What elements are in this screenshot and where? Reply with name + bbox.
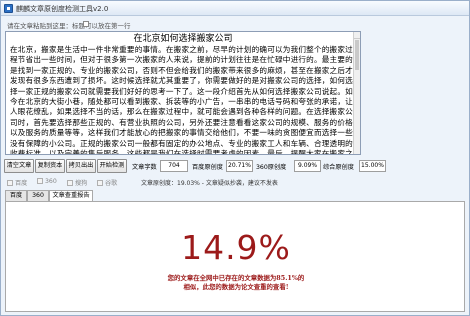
article-title[interactable]: 在北京如何选择搬家公司 [6,34,360,45]
originality-summary: 文章原创度：19.03% - 文章疑似抄袭，建议不发表 [141,180,278,187]
start-check-button[interactable]: 开始检测 [97,159,127,173]
overall-originality-label: 综合原创度 [323,164,354,171]
app-icon [4,4,13,13]
checkbox-box[interactable] [83,21,89,27]
action-toolbar: 清空文章 复制资本 拷贝出出 开始检测 文章字数 704 百度原创度 20.71… [4,159,468,173]
checkbox-box[interactable] [7,180,13,186]
so360-originality-label: 360原创度 [256,164,287,171]
scroll-up-arrow-icon[interactable] [354,32,360,39]
export-button[interactable]: 拷贝出出 [66,159,96,173]
so360-originality-value: 9.09% [294,160,321,172]
tab-360[interactable]: 360 [27,190,49,201]
title-first-line-checkbox[interactable] [83,20,91,28]
report-panel: 14.9% 您的文章在全网中已存在的文章数据为85.1%的 相似，此您的数据为论… [5,201,465,312]
tab-baidu[interactable]: 百度 [5,190,27,201]
checkbox-box[interactable] [37,178,43,184]
overall-originality-value: 15.00% [359,160,386,172]
word-count-label: 文章字数 [132,164,157,171]
options-row: 百度 360 搜狗 谷歌 文章原创度：19.03% - 文章疑似抄袭，建议不发表 [7,178,467,188]
title-bar: 麒麟文章原创度检测工具v2.0 [1,1,469,16]
sogou-checkbox[interactable]: 搜狗 [67,178,87,187]
checkbox-box[interactable] [97,180,103,186]
baidu-originality-value: 20.71% [226,160,253,172]
similarity-percent: 14.9% [181,228,291,267]
paste-hint-label: 请在文章粘贴到这里：标题可以放在第一行 [7,22,131,30]
app-window: 麒麟文章原创度检测工具v2.0 请在文章粘贴到这里：标题可以放在第一行 在北京如… [0,0,470,316]
report-note-line-1: 您的文章在全网中已存在的文章数据为85.1%的 [167,274,305,282]
scroll-thumb[interactable] [355,40,359,70]
editor-scrollbar[interactable] [353,32,360,154]
report-note-line-2: 相似，此您的数据为论文查重的查看! [183,283,289,291]
baidu-originality-label: 百度原创度 [192,164,223,171]
so360-checkbox[interactable]: 360 [37,178,57,185]
copy-button[interactable]: 复制资本 [35,159,65,173]
checkbox-box[interactable] [67,180,73,186]
word-count-value: 704 [160,160,188,172]
article-body[interactable]: 在北京，搬家是生活中一件非常重要的事情。在搬家之前，尽早的计划的确可以为我们整个… [6,45,360,154]
google-checkbox[interactable]: 谷歌 [97,178,117,187]
window-title: 麒麟文章原创度检测工具v2.0 [16,5,109,13]
article-textarea[interactable]: 在北京如何选择搬家公司 在北京，搬家是生活中一件非常重要的事情。在搬家之前，尽早… [5,31,361,155]
baidu-checkbox[interactable]: 百度 [7,178,27,187]
clear-article-button[interactable]: 清空文章 [4,159,34,173]
